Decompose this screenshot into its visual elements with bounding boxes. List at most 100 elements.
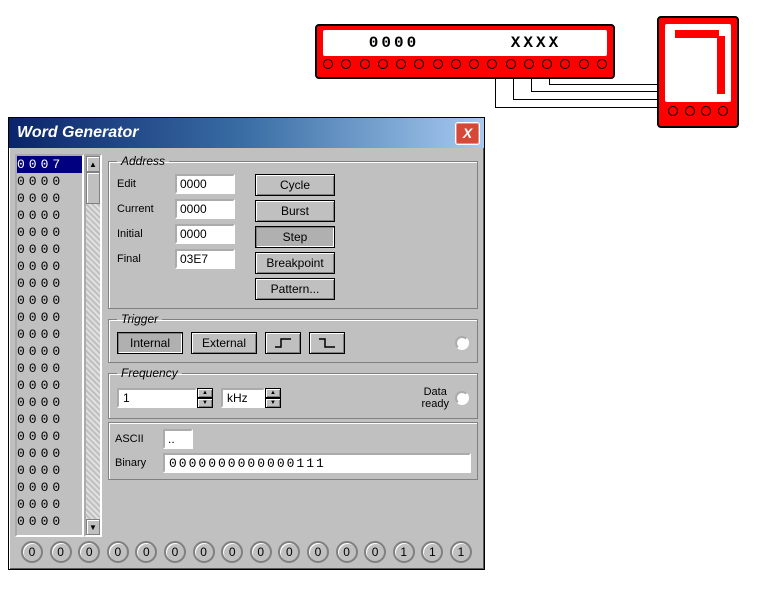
output-pin[interactable]: 0 [107,541,129,563]
seven-seg-pin[interactable] [701,106,711,116]
step-button[interactable]: Step [255,226,335,248]
wordlist-row[interactable]: 0000 [17,377,82,394]
burst-button[interactable]: Burst [255,200,335,222]
output-pin[interactable]: 1 [450,541,472,563]
device-pin[interactable] [360,59,370,69]
wordlist-row[interactable]: 0000 [17,190,82,207]
freq-up-button[interactable]: ▲ [197,388,213,398]
wordlist-row[interactable]: 0000 [17,326,82,343]
device-pin[interactable] [597,59,607,69]
output-pin[interactable]: 0 [307,541,329,563]
output-pin[interactable]: 1 [421,541,443,563]
frequency-unit-field[interactable] [221,388,265,408]
output-pin[interactable]: 0 [78,541,100,563]
wordlist-row[interactable]: 0000 [17,428,82,445]
output-pin[interactable]: 0 [364,541,386,563]
wordlist-row[interactable]: 0000 [17,445,82,462]
frequency-field[interactable] [117,388,197,408]
device-pin[interactable] [524,59,534,69]
device-pin[interactable] [487,59,497,69]
binary-field[interactable] [163,453,471,473]
unit-up-button[interactable]: ▲ [265,388,281,398]
address-group: Address Edit Current [108,154,478,309]
output-pin[interactable]: 0 [193,541,215,563]
device-pin[interactable] [396,59,406,69]
close-button[interactable]: X [455,122,480,145]
current-field[interactable] [175,199,235,219]
wordlist-row[interactable]: 0000 [17,292,82,309]
word-generator-device: 0000 XXXX [315,24,615,79]
falling-edge-button[interactable] [309,332,345,354]
device-pin[interactable] [542,59,552,69]
device-pin[interactable] [560,59,570,69]
wordlist-row[interactable]: 0000 [17,496,82,513]
wordlist-row[interactable]: 0000 [17,343,82,360]
wordlist-selected[interactable]: 0007 [17,156,82,173]
titlebar[interactable]: Word Generator X [9,118,484,148]
rising-edge-button[interactable] [265,332,301,354]
wordlist-row[interactable]: 0000 [17,207,82,224]
device-pin[interactable] [506,59,516,69]
device-pin[interactable] [433,59,443,69]
device-pin[interactable] [579,59,589,69]
falling-edge-icon [318,338,336,348]
initial-field[interactable] [175,224,235,244]
external-button[interactable]: External [191,332,257,354]
word-list[interactable]: 0007000000000000000000000000000000000000… [15,154,102,537]
device-pin[interactable] [378,59,388,69]
output-pin[interactable]: 0 [50,541,72,563]
wordlist-row[interactable]: 0000 [17,173,82,190]
wordlist-row[interactable]: 0000 [17,258,82,275]
final-field[interactable] [175,249,235,269]
scroll-up-icon[interactable]: ▲ [86,156,100,172]
edit-field[interactable] [175,174,235,194]
wordlist-row[interactable]: 0000 [17,394,82,411]
scroll-thumb[interactable] [86,172,100,204]
lcd-right: XXXX [511,34,561,52]
output-pin[interactable]: 0 [278,541,300,563]
pattern-button[interactable]: Pattern... [255,278,335,300]
output-pin[interactable]: 1 [393,541,415,563]
device-pin[interactable] [414,59,424,69]
output-pin[interactable]: 0 [164,541,186,563]
wordlist-row[interactable]: 0000 [17,462,82,479]
internal-button[interactable]: Internal [117,332,183,354]
wordlist-row[interactable]: 0000 [17,479,82,496]
unit-down-button[interactable]: ▼ [265,398,281,408]
output-pin[interactable]: 0 [21,541,43,563]
device-pin[interactable] [341,59,351,69]
trigger-indicator[interactable] [455,336,469,350]
wordlist-row[interactable]: 0000 [17,241,82,258]
output-pin[interactable]: 0 [336,541,358,563]
edit-label: Edit [117,178,169,190]
device-pin[interactable] [323,59,333,69]
scrollbar[interactable]: ▲ ▼ [84,154,102,537]
wordlist-row[interactable]: 0000 [17,360,82,377]
data-ready-label: Dataready [421,386,449,410]
output-pin[interactable]: 0 [250,541,272,563]
current-label: Current [117,203,169,215]
freq-down-button[interactable]: ▼ [197,398,213,408]
output-pin[interactable]: 0 [135,541,157,563]
seven-seg-pin[interactable] [718,106,728,116]
window-title: Word Generator [17,124,139,142]
final-label: Final [117,253,169,265]
cycle-button[interactable]: Cycle [255,174,335,196]
trigger-legend: Trigger [117,312,162,326]
output-pin[interactable]: 0 [221,541,243,563]
wordlist-row[interactable]: 0000 [17,513,82,530]
wordlist-row[interactable]: 0000 [17,411,82,428]
wordlist-row[interactable]: 0000 [17,275,82,292]
ascii-field[interactable] [163,429,193,449]
seven-segment-screen [665,24,731,102]
seven-seg-pin[interactable] [685,106,695,116]
scroll-down-icon[interactable]: ▼ [86,519,100,535]
device-pin[interactable] [469,59,479,69]
seven-seg-pin[interactable] [668,106,678,116]
data-ready-indicator[interactable] [455,391,469,405]
breakpoint-button[interactable]: Breakpoint [255,252,335,274]
wordlist-row[interactable]: 0000 [17,309,82,326]
device-pin[interactable] [451,59,461,69]
wordlist-row[interactable]: 0000 [17,224,82,241]
rising-edge-icon [274,338,292,348]
